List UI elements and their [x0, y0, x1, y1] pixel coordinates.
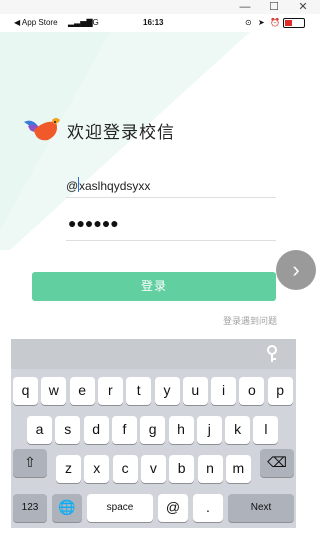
next-key[interactable]: Next — [228, 494, 294, 522]
alarm-icon: ⏰ — [270, 18, 280, 27]
key-p[interactable]: p — [267, 377, 293, 405]
key-z[interactable]: z — [56, 455, 81, 483]
username-prefix: @ — [66, 179, 79, 193]
password-mask: ●●●●●● — [68, 215, 119, 231]
back-to-app-store[interactable]: ◀ App Store — [14, 18, 58, 27]
backspace-key[interactable]: ⌫ — [260, 449, 294, 477]
key-y[interactable]: y — [154, 377, 180, 405]
shift-key[interactable]: ⇧ — [13, 449, 47, 477]
key-x[interactable]: x — [84, 455, 110, 483]
status-time: 16:13 — [143, 18, 164, 27]
key-d[interactable]: d — [83, 416, 109, 444]
key-f[interactable]: f — [111, 416, 137, 444]
key-g[interactable]: g — [140, 416, 166, 444]
key-l[interactable]: l — [253, 416, 279, 444]
key-icon[interactable] — [262, 344, 282, 364]
username-value: xaslhqydsyxx — [79, 179, 151, 193]
key-j[interactable]: j — [196, 416, 222, 444]
key-h[interactable]: h — [168, 416, 194, 444]
battery-icon — [283, 18, 305, 28]
key-r[interactable]: r — [97, 377, 123, 405]
key-m[interactable]: m — [225, 455, 251, 483]
key-n[interactable]: n — [197, 455, 223, 483]
key-o[interactable]: o — [239, 377, 265, 405]
key-a[interactable]: a — [27, 416, 52, 444]
keyboard: qwertyuiop asdfghjkl zxcvbnm ⇧ ⌫ 123 🌐 s… — [11, 339, 296, 528]
bird-logo-icon — [24, 118, 60, 141]
key-c[interactable]: c — [112, 455, 138, 483]
key-k[interactable]: k — [225, 416, 251, 444]
password-field[interactable]: ●●●●●● — [66, 212, 276, 241]
key-b[interactable]: b — [169, 455, 195, 483]
key-t[interactable]: t — [126, 377, 152, 405]
key-v[interactable]: v — [140, 455, 166, 483]
key-e[interactable]: e — [69, 377, 95, 405]
key-q[interactable]: q — [13, 377, 38, 405]
at-key[interactable]: @ — [158, 494, 188, 522]
status-bar: ◀ App Store ▂▃▅▇ 4G 16:13 ⊙ ➤ ⏰ — [0, 14, 320, 32]
globe-icon[interactable]: 🌐 — [52, 494, 82, 522]
network-type: 4G — [88, 18, 99, 27]
key-w[interactable]: w — [41, 377, 67, 405]
location-icon: ➤ — [258, 18, 265, 27]
chevron-right-icon[interactable]: › — [276, 250, 316, 290]
page-title: 欢迎登录校信 — [67, 123, 175, 142]
space-key[interactable]: space — [87, 494, 153, 522]
login-help-link[interactable]: 登录遇到问题 — [223, 314, 277, 327]
dot-key[interactable]: . — [193, 494, 223, 522]
lock-rotation-icon: ⊙ — [245, 18, 252, 27]
key-u[interactable]: u — [182, 377, 208, 405]
login-button[interactable]: 登录 — [32, 272, 276, 301]
username-field[interactable]: @ xaslhqydsyxx — [66, 175, 276, 198]
key-i[interactable]: i — [211, 377, 237, 405]
key-s[interactable]: s — [55, 416, 81, 444]
numbers-key[interactable]: 123 — [13, 494, 47, 522]
keyboard-toolbar — [11, 339, 296, 369]
